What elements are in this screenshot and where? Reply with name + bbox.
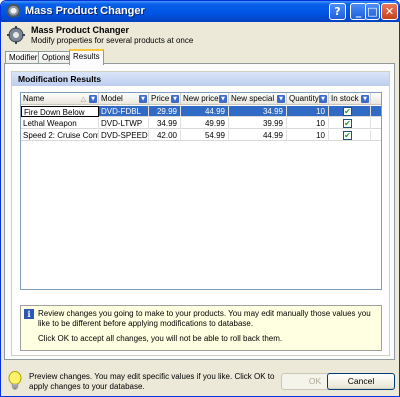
column-label: Price (151, 94, 170, 103)
info-text: Review changes you going to make to your… (38, 309, 371, 328)
info-icon: i (24, 309, 34, 319)
column-label: New special (231, 94, 275, 103)
column-label: Quantity (289, 94, 319, 103)
filter-dropdown-icon[interactable]: ▼ (171, 95, 179, 103)
cell-price[interactable]: 34.99 (149, 118, 181, 129)
cell-price[interactable]: 42.00 (149, 130, 181, 141)
column-header-quantity[interactable]: Quantity ▼ (287, 93, 329, 105)
cell-new-special[interactable]: 44.99 (229, 130, 287, 141)
window-title: Mass Product Changer (25, 5, 145, 17)
cell-new-price[interactable]: 49.99 (181, 118, 229, 129)
column-header-price[interactable]: Price ▼ (149, 93, 181, 105)
column-header-new-price[interactable]: New price ▼ (181, 93, 229, 105)
column-label: New price (183, 94, 219, 103)
filter-dropdown-icon[interactable]: ▼ (139, 95, 147, 103)
cancel-button[interactable]: Cancel (327, 373, 395, 390)
cell-model[interactable]: DVD-SPEED2 (99, 130, 149, 141)
tab-results[interactable]: Results (69, 49, 104, 65)
column-label: Name (23, 94, 45, 103)
app-gear-icon (6, 4, 21, 19)
header-subtitle: Modify properties for several products a… (31, 36, 194, 45)
modification-results-group: Modification Results Name △ ▼ Model ▼ Pr… (11, 71, 390, 356)
close-button[interactable]: ✕ (381, 3, 398, 20)
column-header-name[interactable]: Name △ ▼ (21, 93, 99, 105)
cell-quantity[interactable]: 10 (287, 130, 329, 141)
grid-header: Name △ ▼ Model ▼ Price ▼ New price ▼ New… (21, 93, 381, 105)
table-row[interactable]: Fire Down Below DVD-FDBL 29.99 44.99 34.… (21, 106, 381, 117)
in-stock-checkbox[interactable]: ✔ (343, 107, 352, 116)
cell-model[interactable]: DVD-FDBL (99, 106, 149, 117)
title-bar[interactable]: Mass Product Changer ? _ □ ✕ (1, 1, 399, 22)
column-label: In stock (331, 94, 359, 103)
dialog-header: Mass Product Changer Modify properties f… (1, 22, 399, 48)
cell-name[interactable]: Speed 2: Cruise Control (21, 130, 99, 141)
filter-dropdown-icon[interactable]: ▼ (319, 95, 327, 103)
in-stock-checkbox[interactable]: ✔ (343, 131, 352, 140)
results-tab-panel: Modification Results Name △ ▼ Model ▼ Pr… (4, 63, 395, 360)
cell-price[interactable]: 29.99 (149, 106, 181, 117)
filter-dropdown-icon[interactable]: ▼ (89, 95, 97, 103)
results-grid[interactable]: Name △ ▼ Model ▼ Price ▼ New price ▼ New… (20, 92, 382, 290)
cell-quantity[interactable]: 10 (287, 118, 329, 129)
column-header-new-special[interactable]: New special ▼ (229, 93, 287, 105)
in-stock-checkbox[interactable]: ✔ (343, 119, 352, 128)
cell-name[interactable]: Fire Down Below (21, 106, 99, 117)
info-panel: i Review changes you going to make to yo… (20, 305, 382, 351)
mass-product-changer-window: Mass Product Changer ? _ □ ✕ Mass Produc… (0, 0, 400, 397)
gear-icon (7, 26, 25, 44)
table-row[interactable]: Lethal Weapon DVD-LTWP 34.99 49.99 39.99… (21, 118, 381, 129)
cell-quantity[interactable]: 10 (287, 106, 329, 117)
filter-dropdown-icon[interactable]: ▼ (361, 95, 369, 103)
cell-model[interactable]: DVD-LTWP (99, 118, 149, 129)
lightbulb-icon (8, 371, 22, 390)
column-header-in-stock[interactable]: In stock ▼ (329, 93, 371, 105)
column-label: Model (101, 94, 123, 103)
cell-in-stock[interactable]: ✔ (329, 130, 371, 141)
cell-new-special[interactable]: 34.99 (229, 106, 287, 117)
info-warning-text: Click OK to accept all changes, you will… (38, 334, 283, 343)
header-title: Mass Product Changer (31, 25, 130, 35)
cell-in-stock[interactable]: ✔ (329, 118, 371, 129)
column-header-model[interactable]: Model ▼ (99, 93, 149, 105)
cell-name[interactable]: Lethal Weapon (21, 118, 99, 129)
cell-new-price[interactable]: 44.99 (181, 106, 229, 117)
cell-new-price[interactable]: 54.99 (181, 130, 229, 141)
help-button[interactable]: ? (329, 3, 346, 20)
filter-dropdown-icon[interactable]: ▼ (219, 95, 227, 103)
filter-dropdown-icon[interactable]: ▼ (277, 95, 285, 103)
group-title: Modification Results (12, 72, 389, 86)
sort-ascending-icon: △ (80, 95, 86, 103)
maximize-button[interactable]: □ (365, 3, 380, 20)
cell-in-stock[interactable]: ✔ (329, 106, 371, 117)
table-row[interactable]: Speed 2: Cruise Control DVD-SPEED2 42.00… (21, 130, 381, 141)
cell-new-special[interactable]: 39.99 (229, 118, 287, 129)
footer-hint-text: Preview changes. You may edit specific v… (29, 372, 275, 391)
